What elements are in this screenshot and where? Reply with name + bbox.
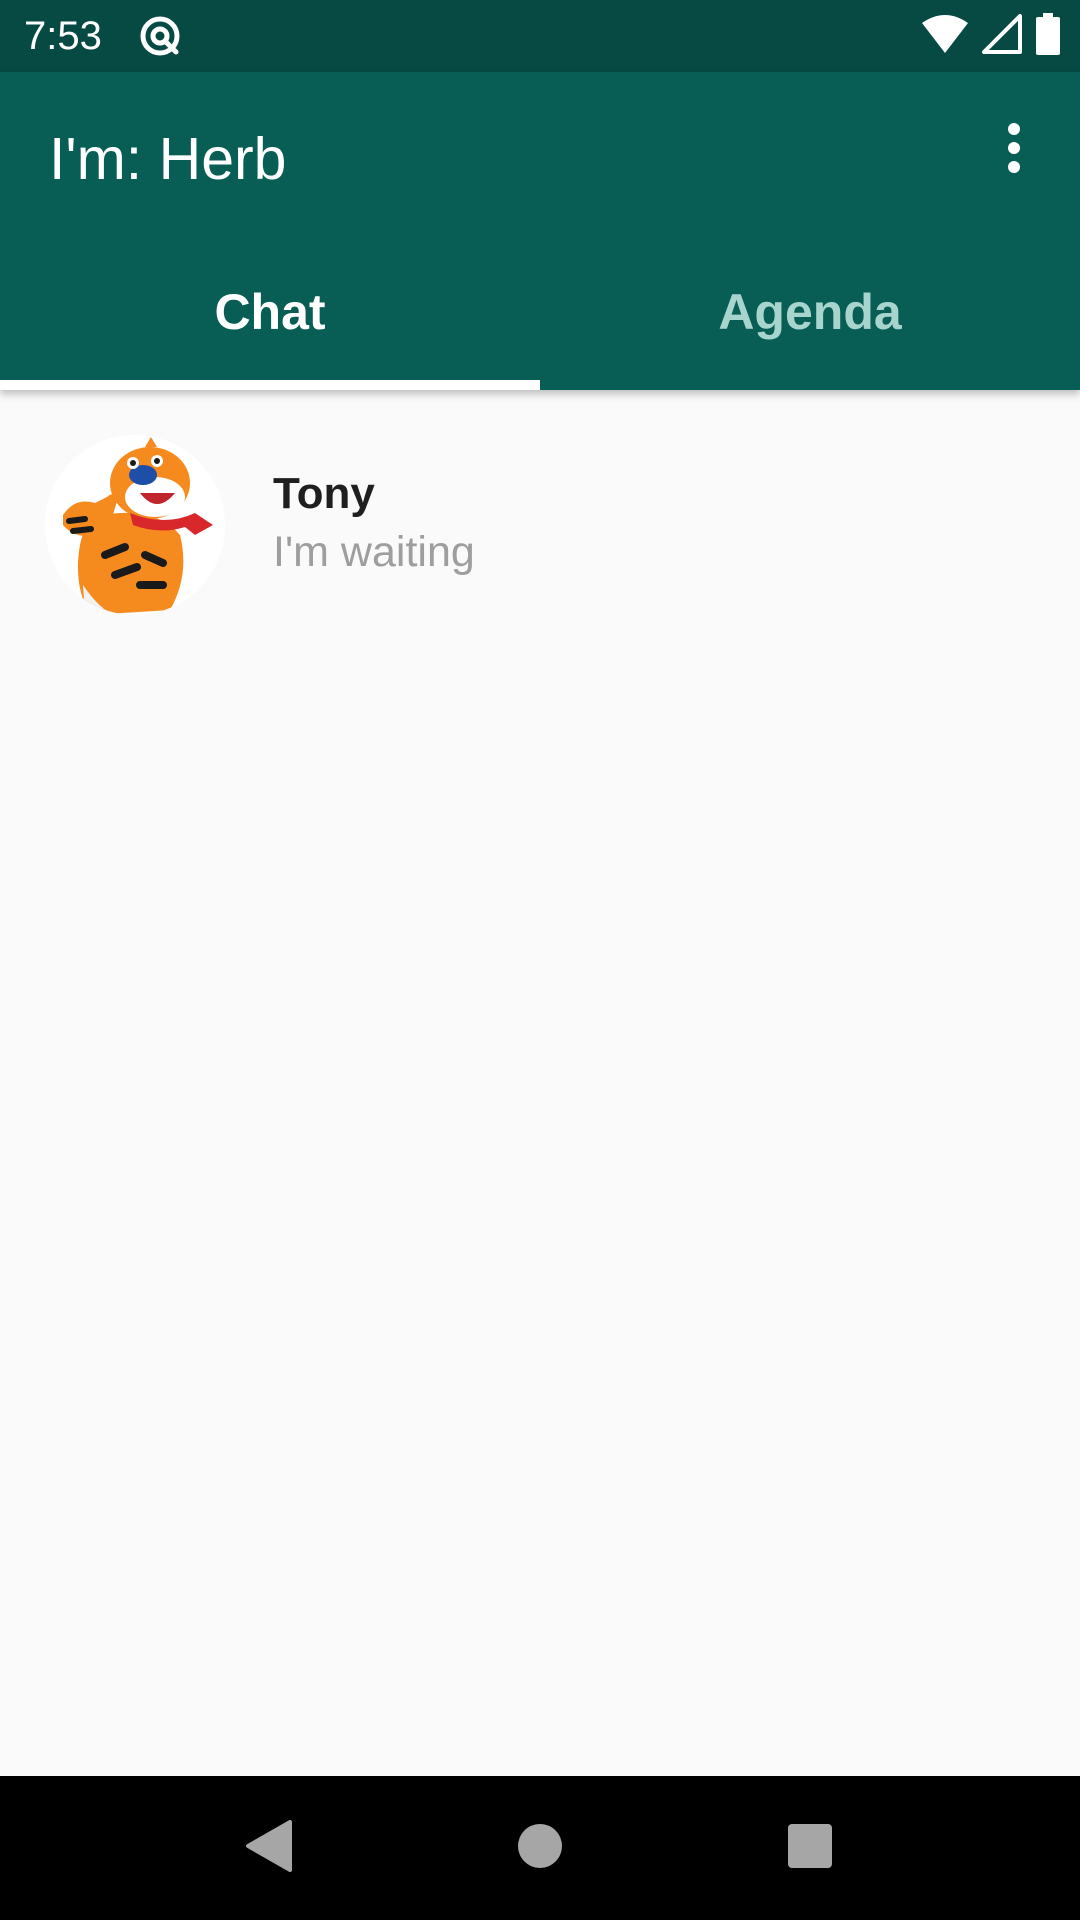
- chat-contact-name: Tony: [273, 469, 375, 518]
- cellular-signal-icon: [982, 13, 1022, 59]
- overflow-menu-button[interactable]: [978, 114, 1050, 186]
- battery-icon: [1036, 12, 1060, 60]
- back-icon: [244, 1819, 292, 1877]
- home-icon: [517, 1823, 563, 1874]
- tab-agenda[interactable]: Agenda: [540, 234, 1080, 390]
- app-notification-icon: [136, 12, 184, 60]
- avatar: [45, 435, 225, 615]
- tiger-mascot-avatar: [45, 435, 225, 615]
- tab-chat-label: Chat: [214, 284, 326, 340]
- recents-icon: [787, 1823, 833, 1874]
- chat-list: Tony I'm waiting: [0, 390, 1080, 650]
- recents-button[interactable]: [774, 1812, 846, 1884]
- chat-list-item[interactable]: Tony I'm waiting: [0, 390, 1080, 650]
- tab-chat[interactable]: Chat: [0, 234, 540, 390]
- chat-last-message: I'm waiting: [273, 528, 475, 576]
- wifi-icon: [922, 14, 968, 58]
- app-title: I'm: Herb: [49, 126, 287, 192]
- tab-indicator: [0, 380, 540, 390]
- navigation-bar: [0, 1776, 1080, 1920]
- status-bar: 7:53: [0, 0, 1080, 72]
- home-button[interactable]: [504, 1812, 576, 1884]
- status-icons: [922, 12, 1060, 60]
- tab-bar: Chat Agenda: [0, 234, 1080, 390]
- screen: 7:53 I'm: Herb Chat Agenda Tony I'm wait…: [0, 0, 1080, 1920]
- more-vert-icon: [1006, 122, 1022, 179]
- tab-agenda-label: Agenda: [718, 284, 902, 340]
- status-time: 7:53: [24, 14, 102, 58]
- back-button[interactable]: [232, 1812, 304, 1884]
- app-bar: I'm: Herb Chat Agenda: [0, 72, 1080, 390]
